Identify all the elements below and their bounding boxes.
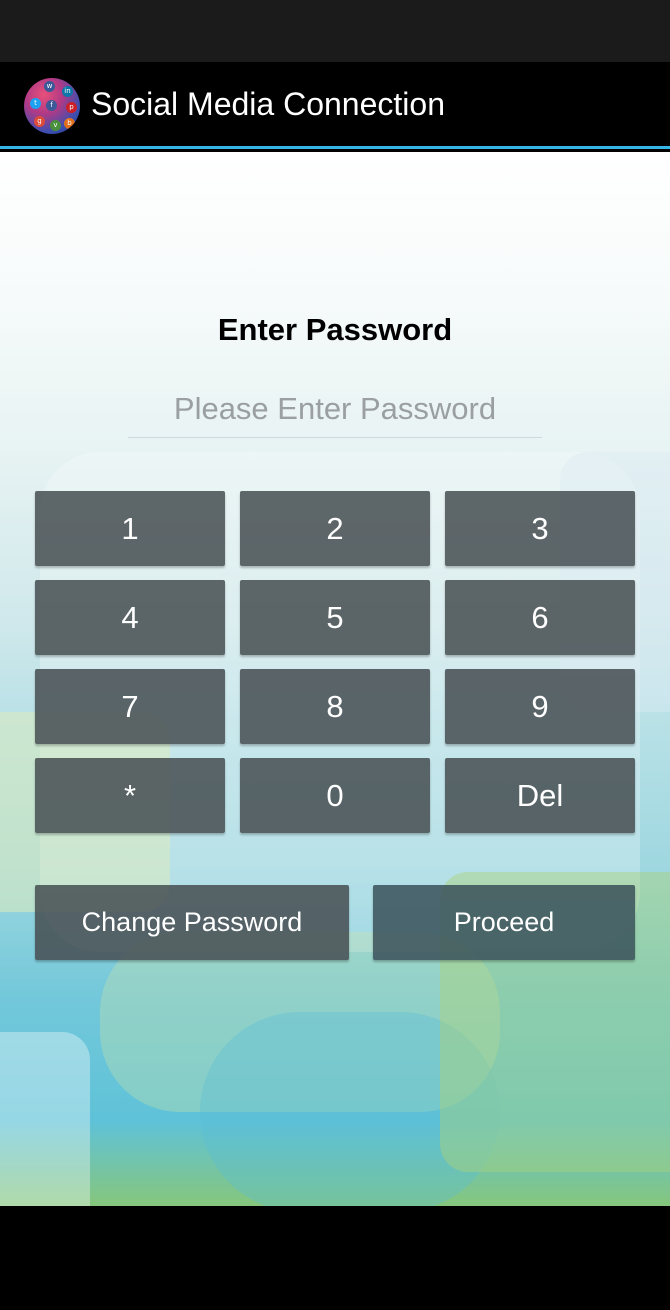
keypad-key-4[interactable]: 4 <box>35 580 225 655</box>
status-bar <box>0 0 670 62</box>
keypad-delete-button[interactable]: Del <box>445 758 635 833</box>
background-decoration <box>0 1032 90 1206</box>
keypad-key-3[interactable]: 3 <box>445 491 635 566</box>
keypad-key-5[interactable]: 5 <box>240 580 430 655</box>
proceed-button[interactable]: Proceed <box>373 885 635 960</box>
keypad-key-star[interactable]: * <box>35 758 225 833</box>
keypad-key-0[interactable]: 0 <box>240 758 430 833</box>
app-title: Social Media Connection <box>91 86 445 122</box>
keypad-key-7[interactable]: 7 <box>35 669 225 744</box>
change-password-button[interactable]: Change Password <box>35 885 349 960</box>
password-screen: Enter Password 1 2 3 4 5 6 7 8 9 * 0 Del… <box>0 152 670 1206</box>
keypad-key-8[interactable]: 8 <box>240 669 430 744</box>
keypad-key-2[interactable]: 2 <box>240 491 430 566</box>
keypad-key-1[interactable]: 1 <box>35 491 225 566</box>
keypad-key-9[interactable]: 9 <box>445 669 635 744</box>
navigation-bar <box>0 1206 670 1310</box>
page-title: Enter Password <box>217 312 453 347</box>
social-media-globe-icon: w in t f p g v b <box>24 78 80 134</box>
action-bar: w in t f p g v b Social Media Connection <box>0 62 670 149</box>
keypad-key-6[interactable]: 6 <box>445 580 635 655</box>
password-field[interactable] <box>128 380 542 438</box>
